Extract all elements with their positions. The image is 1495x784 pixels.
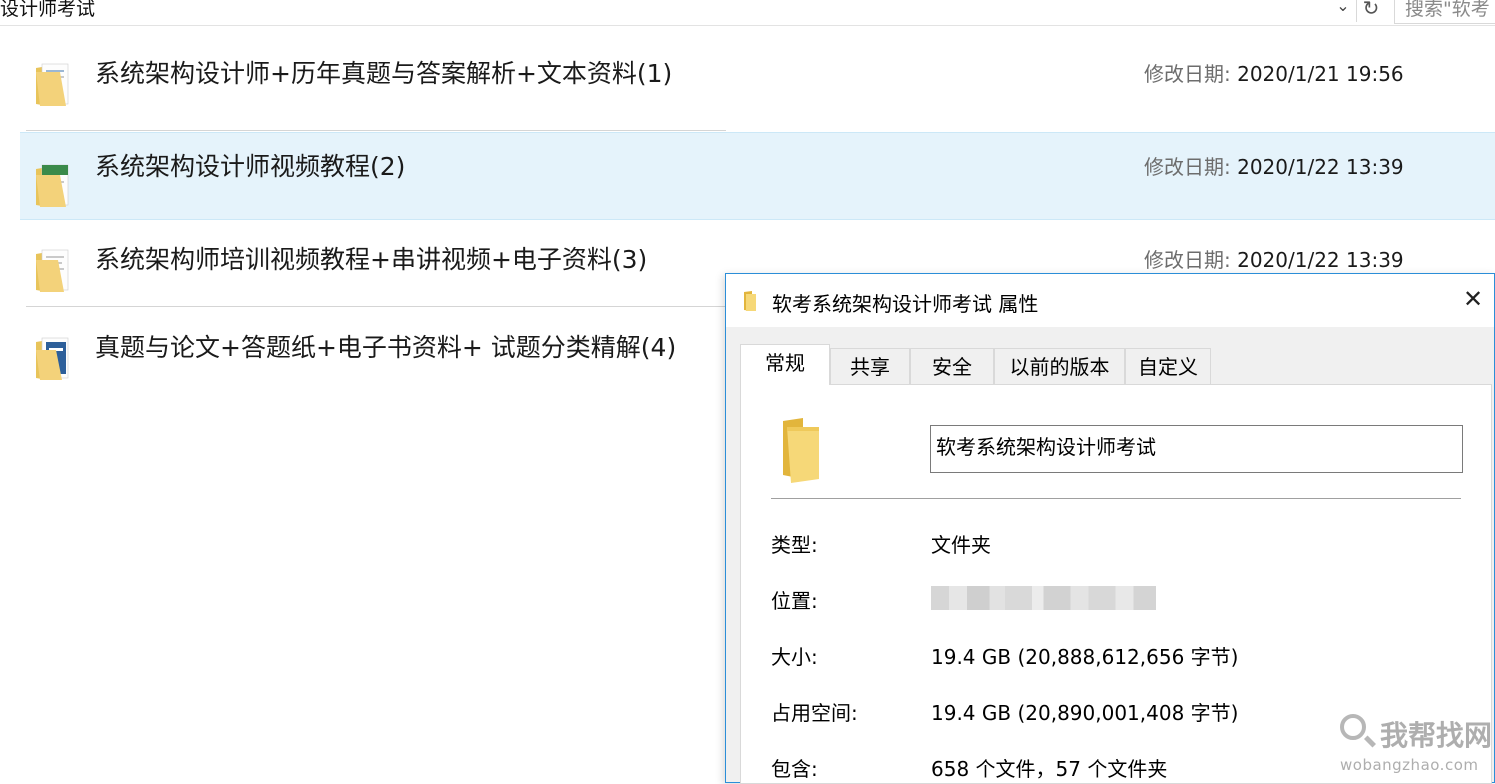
list-item[interactable]: 系统架构设计师+历年真题与答案解析+文本资料(1) 修改日期: 2020/1/2… xyxy=(20,32,1495,118)
modified-date-value: 2020/1/22 13:39 xyxy=(1237,248,1404,272)
property-value: 19.4 GB (20,888,612,656 字节) xyxy=(931,645,1239,669)
modified-date: 修改日期: 2020/1/21 19:56 xyxy=(1144,58,1404,87)
property-label: 大小: xyxy=(771,645,818,669)
magnifier-icon xyxy=(1340,714,1366,740)
row-separator xyxy=(26,130,726,131)
folder-large-icon xyxy=(783,418,819,483)
property-label: 位置: xyxy=(771,589,818,613)
file-name[interactable]: 真题与论文+答题纸+电子书资料+ 试题分类精解(4) xyxy=(95,328,676,364)
modified-date: 修改日期: 2020/1/22 13:39 xyxy=(1144,244,1404,273)
address-path[interactable]: 设计师考试 xyxy=(0,0,95,21)
tab-sharing[interactable]: 共享 xyxy=(830,348,910,384)
search-input[interactable]: 搜索"软考 xyxy=(1394,0,1495,24)
file-name[interactable]: 系统架构设计师+历年真题与答案解析+文本资料(1) xyxy=(95,54,672,90)
watermark-title: 我帮找网 xyxy=(1380,719,1493,752)
file-name[interactable]: 系统架构师培训视频教程+串讲视频+电子资料(3) xyxy=(95,240,647,276)
modified-date-label: 修改日期: xyxy=(1144,248,1238,272)
property-label: 类型: xyxy=(771,533,818,557)
modified-date: 修改日期: 2020/1/22 13:39 xyxy=(1144,151,1404,180)
folder-thumbnail-icon xyxy=(36,337,69,380)
property-value: 19.4 GB (20,890,001,408 字节) xyxy=(931,701,1239,725)
modified-date-label: 修改日期: xyxy=(1144,155,1238,179)
location-blurred-value xyxy=(931,586,1156,610)
tab-general[interactable]: 常规 xyxy=(740,344,830,385)
list-item-selected[interactable]: 系统架构设计师视频教程(2) 修改日期: 2020/1/22 13:39 xyxy=(20,132,1495,220)
property-label: 占用空间: xyxy=(771,701,858,725)
modified-date-value: 2020/1/22 13:39 xyxy=(1237,155,1404,179)
folder-name-field[interactable]: 软考系统架构设计师考试 xyxy=(930,425,1463,473)
search-placeholder: 搜索"软考 xyxy=(1405,0,1490,20)
dialog-title: 软考系统架构设计师考试 属性 xyxy=(772,292,1039,316)
folder-icon xyxy=(744,291,756,311)
folder-thumbnail-icon xyxy=(36,249,69,292)
properties-dialog: 软考系统架构设计师考试 属性 ✕ 常规 共享 安全 以前的版本 自定义 软考系统… xyxy=(725,273,1495,784)
close-icon[interactable]: ✕ xyxy=(1458,284,1488,314)
folder-name-value: 软考系统架构设计师考试 xyxy=(936,435,1156,459)
watermark: 我帮找网 wobangzhao.com xyxy=(1340,712,1493,780)
watermark-domain: wobangzhao.com xyxy=(1340,756,1479,774)
tab-security[interactable]: 安全 xyxy=(910,348,994,384)
address-bar: 设计师考试 ⌄ ↻ 搜索"软考 xyxy=(0,0,1495,26)
property-label: 包含: xyxy=(771,757,818,781)
file-name[interactable]: 系统架构设计师视频教程(2) xyxy=(95,147,405,183)
folder-thumbnail-icon xyxy=(36,63,69,106)
tab-customize[interactable]: 自定义 xyxy=(1125,348,1211,384)
folder-thumbnail-icon xyxy=(36,164,69,207)
property-location: 位置: xyxy=(771,585,1171,613)
dialog-titlebar[interactable]: 软考系统架构设计师考试 属性 ✕ xyxy=(726,274,1494,327)
modified-date-value: 2020/1/21 19:56 xyxy=(1237,62,1404,86)
refresh-icon[interactable]: ↻ xyxy=(1356,0,1385,22)
property-value: 658 个文件，57 个文件夹 xyxy=(931,757,1168,781)
tab-previous-versions[interactable]: 以前的版本 xyxy=(994,348,1125,384)
divider xyxy=(771,498,1461,499)
chevron-down-icon[interactable]: ⌄ xyxy=(1333,0,1353,20)
property-value: 文件夹 xyxy=(931,533,991,557)
modified-date-label: 修改日期: xyxy=(1144,62,1238,86)
